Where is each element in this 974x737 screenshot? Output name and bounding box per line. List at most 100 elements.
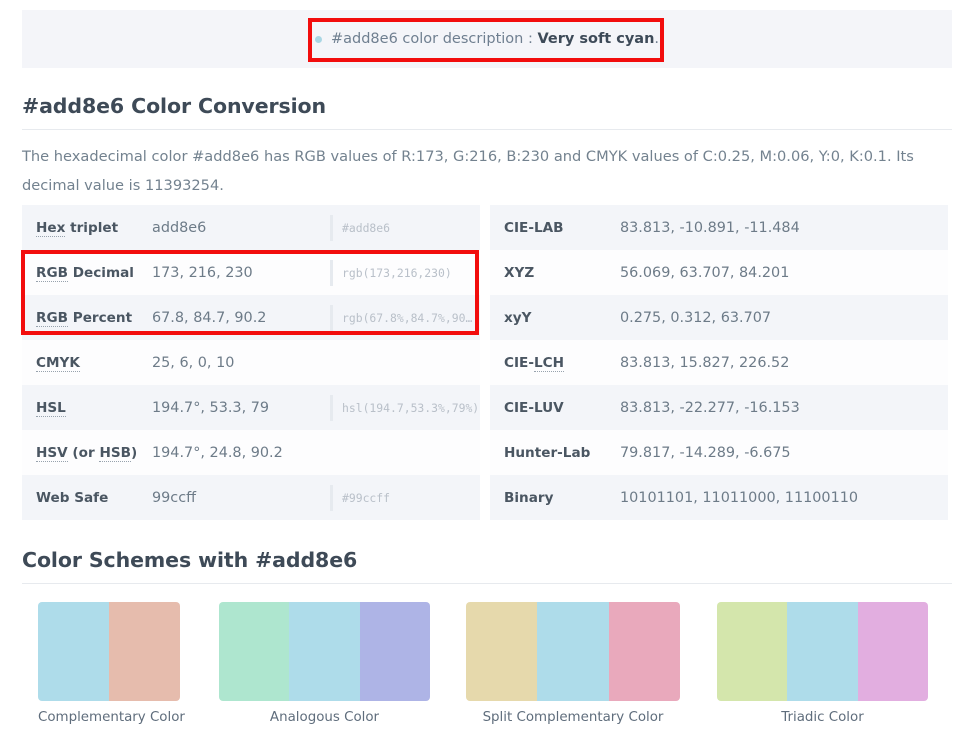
color-swatch-band[interactable] — [537, 602, 609, 701]
table-row: CIE-LUV 83.813, -22.277, -16.153 — [490, 385, 948, 430]
row-value: 173, 216, 230 — [152, 264, 253, 281]
row-value: 83.813, 15.827, 226.52 — [620, 354, 790, 371]
row-label: RGB Decimal — [36, 264, 134, 282]
color-scheme-caption: Split Complementary Color — [482, 710, 664, 725]
conversion-table-right: CIE-LAB 83.813, -10.891, -11.484 XYZ 56.069… — [490, 205, 948, 520]
color-scheme-swatch[interactable] — [717, 602, 928, 701]
row-label: RGB Percent — [36, 309, 133, 327]
row-css-notation: hsl(194.7,53.3%,79%) — [330, 394, 480, 421]
color-swatch-band[interactable] — [717, 602, 788, 701]
color-scheme-item[interactable]: Split Complementary Color — [466, 602, 680, 725]
color-scheme-caption: Analogous Color — [269, 710, 380, 725]
table-row: Web Safe 99ccff #99ccff — [22, 475, 480, 520]
row-value: 83.813, -22.277, -16.153 — [620, 399, 800, 416]
row-css-notation — [798, 260, 948, 286]
row-label: HSV (or HSB) — [36, 444, 138, 462]
color-scheme-swatch[interactable] — [219, 602, 430, 701]
row-css-notation: #99ccff — [330, 484, 480, 511]
divider-conversion — [22, 129, 952, 130]
row-css-notation — [800, 215, 950, 241]
color-swatch-band[interactable] — [109, 602, 180, 701]
table-row: xyY 0.275, 0.312, 63.707 — [490, 295, 948, 340]
page-title-schemes: Color Schemes with #add8e6 — [22, 548, 358, 572]
row-value: 56.069, 63.707, 84.201 — [620, 264, 790, 281]
row-value: add8e6 — [152, 219, 207, 236]
color-swatch-band[interactable] — [857, 602, 928, 701]
row-value: 25, 6, 0, 10 — [152, 354, 235, 371]
color-swatch-band[interactable] — [38, 602, 109, 701]
color-description-prefix: #add8e6 color description : — [330, 30, 538, 47]
divider-schemes — [22, 583, 952, 584]
table-row: CMYK 25, 6, 0, 10 — [22, 340, 480, 385]
color-swatch-band[interactable] — [289, 602, 360, 701]
row-label: CIE-LCH — [504, 354, 564, 372]
color-description-emphasis: Very soft cyan — [537, 30, 655, 47]
abbr-term: HSB — [99, 444, 131, 462]
color-scheme-item[interactable]: Analogous Color — [219, 602, 430, 725]
conversion-table-left: Hex triplet add8e6 #add8e6 RGB Decimal 173, … — [22, 205, 480, 520]
color-swatch-band[interactable] — [219, 602, 290, 701]
table-row: XYZ 56.069, 63.707, 84.201 — [490, 250, 948, 295]
abbr-term: RGB — [36, 264, 68, 282]
row-value: 79.817, -14.289, -6.675 — [620, 444, 791, 461]
row-value: 99ccff — [152, 489, 197, 506]
row-css-notation — [330, 440, 480, 466]
abbr-term: RGB — [36, 309, 68, 327]
row-label: Web Safe — [36, 489, 109, 506]
abbr-term: HSV — [36, 444, 68, 462]
color-scheme-item[interactable]: Triadic Color — [717, 602, 928, 725]
table-row: CIE-LCH 83.813, 15.827, 226.52 — [490, 340, 948, 385]
conversion-intro-paragraph: The hexadecimal color #add8e6 has RGB va… — [22, 148, 914, 194]
row-value: 0.275, 0.312, 63.707 — [620, 309, 772, 326]
row-value: 83.813, -10.891, -11.484 — [620, 219, 800, 236]
table-row: RGB Decimal 173, 216, 230 rgb(173,216,230) — [22, 250, 480, 295]
row-css-notation — [798, 350, 948, 376]
table-row: CIE-LAB 83.813, -10.891, -11.484 — [490, 205, 948, 250]
color-scheme-item[interactable]: Complementary Color — [38, 602, 185, 725]
row-css-notation — [858, 485, 974, 511]
color-description-suffix: . — [654, 30, 660, 47]
row-value: 67.8, 84.7, 90.2 — [152, 309, 267, 326]
abbr-term: CMYK — [36, 354, 80, 372]
row-label: Binary — [504, 489, 554, 506]
row-value: 194.7°, 24.8, 90.2 — [152, 444, 283, 461]
color-description-banner: #add8e6 color description : Very soft cy… — [22, 10, 952, 68]
row-label: Hex triplet — [36, 219, 119, 237]
row-css-notation — [798, 440, 948, 466]
bullet-dot-icon — [314, 35, 322, 43]
row-css-notation: rgb(173,216,230) — [330, 259, 480, 286]
row-css-notation — [800, 395, 950, 421]
color-scheme-caption: Complementary Color — [38, 710, 185, 725]
row-value: 10101101, 11011000, 11100110 — [620, 489, 859, 506]
row-label: HSL — [22, 399, 152, 417]
table-row: RGB Percent 67.8, 84.7, 90.2 rgb(67.8%,84.… — [22, 295, 480, 340]
color-swatch-band[interactable] — [787, 602, 858, 701]
color-scheme-caption: Triadic Color — [781, 710, 864, 725]
color-description-content: #add8e6 color description : Very soft cy… — [314, 32, 659, 47]
table-row: HSV (or HSB) 194.7°, 24.8, 90.2 — [22, 430, 480, 475]
table-row: Hex triplet add8e6 #add8e6 — [22, 205, 480, 250]
color-description-text: #add8e6 color description : Very soft cy… — [331, 32, 659, 47]
row-label: Hunter-Lab — [504, 444, 591, 461]
row-css-notation — [330, 350, 480, 376]
row-label: CIE-LAB — [504, 219, 564, 236]
color-conversion-page: #add8e6 color description : Very soft cy… — [0, 0, 974, 737]
color-swatch-band[interactable] — [466, 602, 538, 701]
color-scheme-swatch[interactable] — [38, 602, 180, 701]
row-label: XYZ — [504, 264, 535, 281]
row-value: 194.7°, 53.3, 79 — [152, 399, 270, 416]
color-scheme-swatch[interactable] — [466, 602, 680, 701]
color-swatch-band[interactable] — [608, 602, 680, 701]
abbr-term: HSL — [36, 399, 66, 417]
table-row: Hunter-Lab 79.817, -14.289, -6.675 — [490, 430, 948, 475]
table-row: HSL 194.7°, 53.3, 79 hsl(194.7,53.3%,79%) — [22, 385, 480, 430]
color-swatch-band[interactable] — [359, 602, 430, 701]
abbr-term: LCH — [533, 354, 564, 372]
row-css-notation: rgb(67.8%,84.7%,90… — [330, 304, 480, 331]
row-css-notation: #add8e6 — [330, 214, 480, 241]
row-label: xyY — [504, 309, 532, 326]
row-css-notation — [798, 305, 948, 331]
row-label: CIE-LUV — [504, 399, 564, 416]
page-title-conversion: #add8e6 Color Conversion — [22, 94, 327, 118]
abbr-term: Hex — [36, 219, 66, 237]
